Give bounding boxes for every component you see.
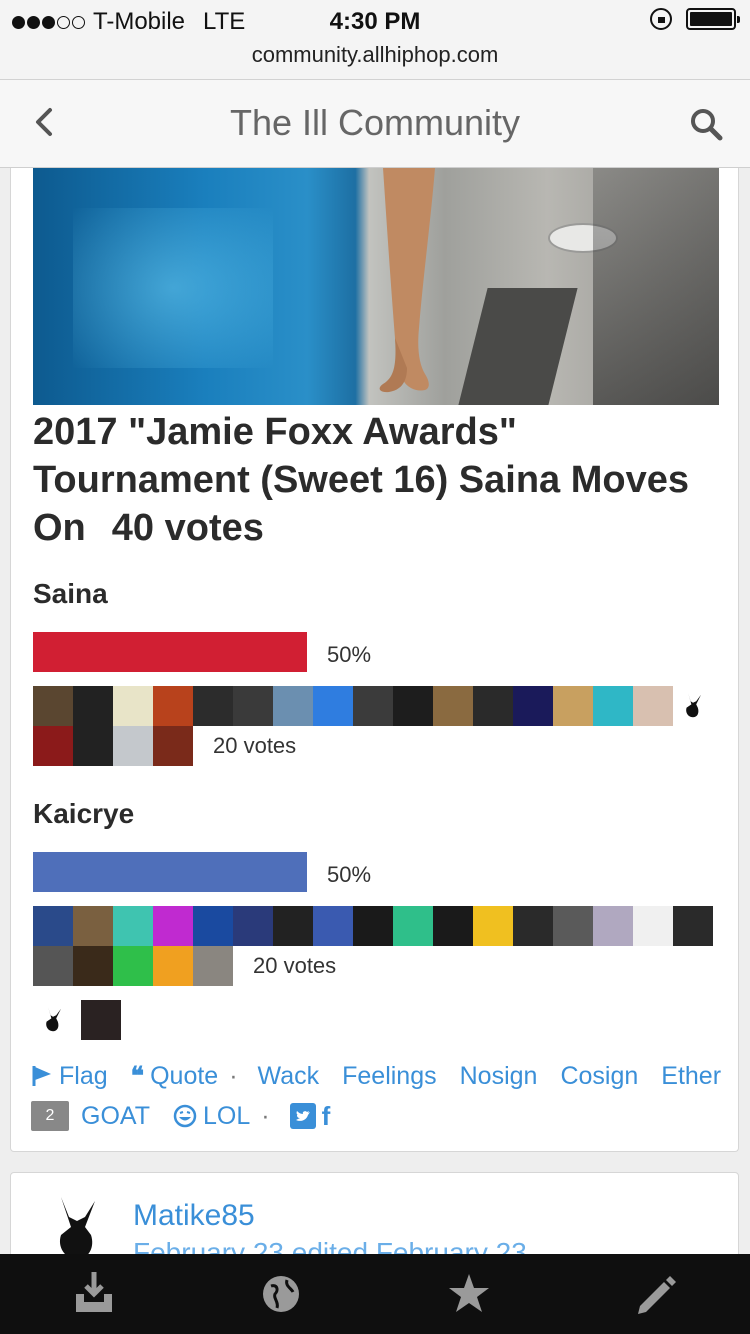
separator: · bbox=[261, 1101, 270, 1130]
avatar[interactable] bbox=[233, 906, 273, 946]
avatar[interactable] bbox=[233, 686, 273, 726]
globe-icon[interactable] bbox=[251, 1264, 311, 1324]
separator: · bbox=[229, 1061, 238, 1090]
quote-icon: ❝ bbox=[130, 1062, 145, 1090]
flag-button[interactable]: Flag bbox=[31, 1062, 108, 1091]
playboy-avatar[interactable] bbox=[673, 686, 713, 726]
avatar[interactable] bbox=[153, 906, 193, 946]
avatar[interactable] bbox=[273, 686, 313, 726]
avatar[interactable] bbox=[313, 686, 353, 726]
app-header: The Ill Community bbox=[0, 80, 750, 168]
avatar[interactable] bbox=[113, 906, 153, 946]
page-title: The Ill Community bbox=[229, 102, 521, 143]
playboy-avatar[interactable] bbox=[45, 1193, 105, 1263]
voter-avatars: 20 votes bbox=[33, 686, 723, 766]
inbox-icon[interactable] bbox=[64, 1264, 124, 1324]
avatar[interactable] bbox=[313, 906, 353, 946]
poll-option-name: Kaicrye bbox=[33, 798, 135, 829]
star-icon[interactable] bbox=[439, 1264, 499, 1324]
lol-label: LOL bbox=[202, 1101, 251, 1130]
avatar[interactable] bbox=[593, 906, 633, 946]
poll-option-name: Saina bbox=[33, 578, 108, 609]
avatar[interactable] bbox=[553, 686, 593, 726]
avatar[interactable] bbox=[593, 686, 633, 726]
avatar[interactable] bbox=[33, 686, 73, 726]
avatar[interactable] bbox=[353, 686, 393, 726]
voter-avatars: 20 votes bbox=[33, 906, 723, 986]
laugh-icon bbox=[173, 1104, 197, 1128]
cosign-button[interactable]: Cosign bbox=[560, 1062, 638, 1091]
default-avatar[interactable] bbox=[113, 726, 153, 766]
avatar[interactable] bbox=[73, 726, 113, 766]
avatar[interactable] bbox=[553, 906, 593, 946]
lol-button[interactable]: LOL bbox=[173, 1102, 250, 1131]
avatar[interactable] bbox=[193, 686, 233, 726]
avatar[interactable] bbox=[393, 686, 433, 726]
avatar[interactable] bbox=[273, 906, 313, 946]
avatar[interactable] bbox=[193, 946, 233, 986]
facebook-share-button[interactable]: f bbox=[322, 1101, 331, 1132]
vote-count: 20 votes bbox=[253, 953, 337, 978]
avatar[interactable] bbox=[81, 1000, 121, 1040]
total-votes: 40 votes bbox=[111, 507, 264, 549]
avatar[interactable] bbox=[73, 946, 113, 986]
twitter-icon[interactable] bbox=[289, 1103, 316, 1129]
avatar[interactable] bbox=[73, 686, 113, 726]
avatar[interactable] bbox=[33, 946, 73, 986]
quote-button[interactable]: ❝ Quote bbox=[131, 1061, 219, 1091]
post-card: 2017 "Jamie Foxx Awards" Tournament (Swe… bbox=[10, 168, 739, 1152]
avatar[interactable] bbox=[153, 686, 193, 726]
battery-icon bbox=[686, 8, 740, 30]
status-bar: T-Mobile LTE 4:30 PM community.allhiphop… bbox=[0, 0, 750, 80]
avatar[interactable] bbox=[633, 686, 673, 726]
avatar[interactable] bbox=[393, 906, 433, 946]
poll-bar bbox=[33, 632, 307, 672]
avatar[interactable] bbox=[153, 946, 193, 986]
bottom-tab-bar bbox=[0, 1254, 750, 1334]
feelings-button[interactable]: Feelings bbox=[342, 1062, 437, 1091]
avatar[interactable] bbox=[73, 906, 113, 946]
avatar[interactable] bbox=[513, 906, 553, 946]
post-actions: Flag ❝ Quote · Wack Feelings Nosign Cosi… bbox=[31, 1056, 731, 1136]
post-image bbox=[33, 168, 719, 405]
poll-bar bbox=[33, 852, 307, 892]
avatar[interactable] bbox=[153, 726, 193, 766]
poll-percent: 50% bbox=[327, 642, 372, 667]
avatar[interactable] bbox=[473, 686, 513, 726]
ether-button[interactable]: Ether bbox=[661, 1062, 721, 1091]
avatar[interactable] bbox=[33, 906, 73, 946]
wack-button[interactable]: Wack bbox=[258, 1062, 320, 1091]
avatar[interactable] bbox=[513, 686, 553, 726]
nosign-button[interactable]: Nosign bbox=[460, 1062, 538, 1091]
poll-percent: 50% bbox=[327, 862, 372, 887]
goat-button[interactable]: GOAT bbox=[81, 1102, 150, 1131]
avatar[interactable] bbox=[193, 906, 233, 946]
comment-username[interactable]: Matike85 bbox=[133, 1199, 255, 1233]
goat-count-badge: 2 bbox=[31, 1101, 69, 1131]
avatar[interactable] bbox=[433, 906, 473, 946]
flag-label: Flag bbox=[59, 1061, 108, 1090]
avatar[interactable] bbox=[673, 906, 713, 946]
avatar[interactable] bbox=[33, 726, 73, 766]
quote-label: Quote bbox=[150, 1061, 219, 1090]
playboy-avatar[interactable] bbox=[33, 1000, 73, 1040]
avatar[interactable] bbox=[113, 946, 153, 986]
flag-icon bbox=[32, 1066, 51, 1086]
avatar[interactable] bbox=[353, 906, 393, 946]
url-bar[interactable]: community.allhiphop.com bbox=[0, 42, 750, 68]
vote-count: 20 votes bbox=[213, 733, 297, 758]
clock: 4:30 PM bbox=[329, 8, 421, 35]
post-title: 2017 "Jamie Foxx Awards" Tournament (Swe… bbox=[33, 408, 723, 552]
avatar[interactable] bbox=[433, 686, 473, 726]
avatar[interactable] bbox=[113, 686, 153, 726]
voter-avatars-extra bbox=[33, 1000, 723, 1040]
search-icon[interactable] bbox=[686, 104, 726, 144]
pencil-icon[interactable] bbox=[626, 1264, 686, 1324]
avatar[interactable] bbox=[473, 906, 513, 946]
rotation-lock-icon bbox=[650, 8, 672, 30]
avatar[interactable] bbox=[633, 906, 673, 946]
